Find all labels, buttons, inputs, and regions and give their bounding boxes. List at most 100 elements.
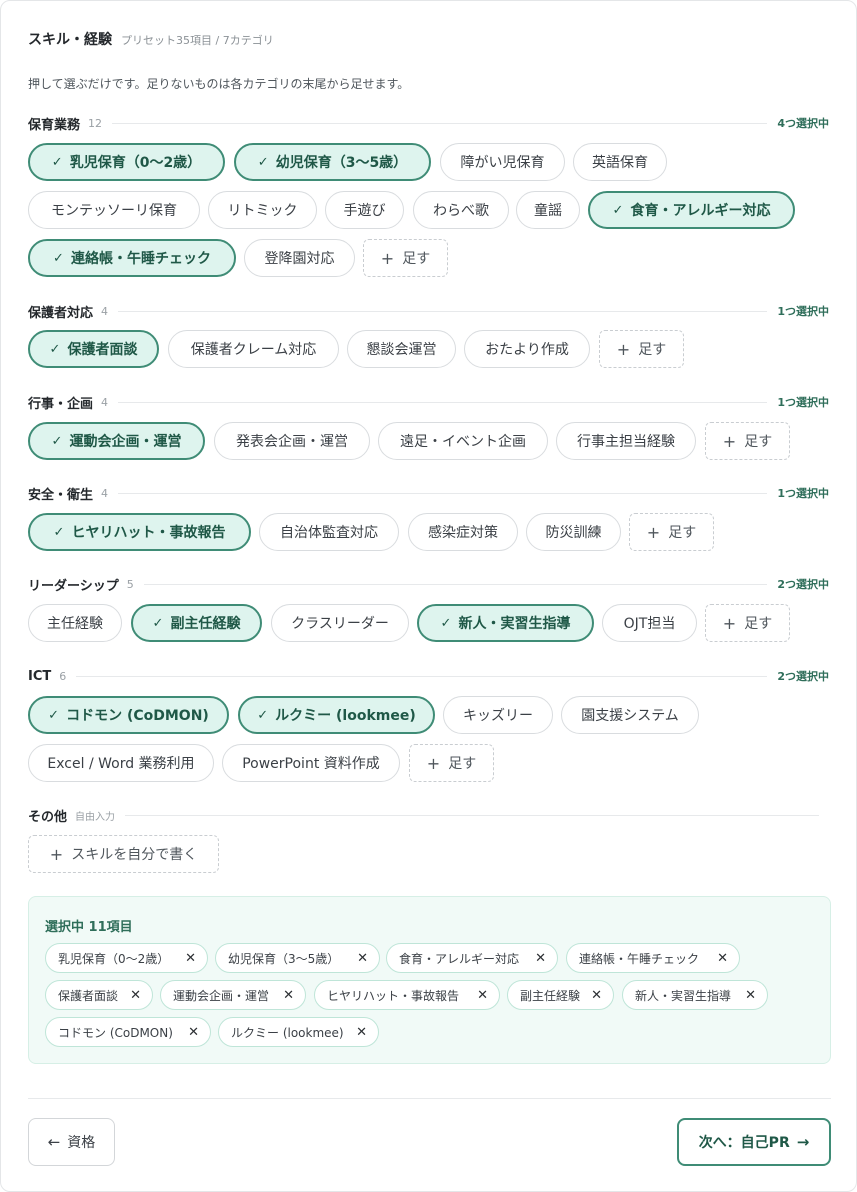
skill-chip[interactable]: ✓ コドモン (CoDMON) [28,696,229,734]
chip-label: 障がい児保育 [460,155,545,171]
skill-chip[interactable]: 行事主担当経験 [556,422,696,460]
chip-label: 防災訓練 [545,525,602,541]
chip-label: クラスリーダー [291,616,389,632]
skill-chip[interactable]: ✓ ヒヤリハット・事故報告 [28,513,251,551]
skill-chip[interactable]: リトミック [208,191,317,229]
check-icon: ✓ [257,154,269,170]
skill-chip[interactable]: 童謡 [516,191,580,229]
tag-label: コドモン (CoDMON) [58,1025,173,1040]
add-skill-button[interactable]: + 足す [599,330,684,368]
check-icon: ✓ [48,707,60,723]
next-button[interactable]: 次へ：自己PR → [677,1118,831,1166]
chip-label: ルクミー (lookmee) [275,708,416,724]
remove-icon[interactable]: ✕ [357,951,368,966]
remove-icon[interactable]: ✕ [477,988,488,1003]
remove-icon[interactable]: ✕ [185,951,196,966]
skill-chip[interactable]: 遠足・イベント企画 [378,422,548,460]
tag-label: 連絡帳・午睡チェック [579,951,700,966]
skill-chip[interactable]: 発表会企画・運営 [214,422,370,460]
check-icon: ✓ [53,250,64,266]
category-count: 4 [101,486,109,500]
category-selected-count: 4つ選択中 [777,117,829,130]
chip-label: 運動会企画・運営 [69,434,182,450]
skill-chip[interactable]: 自治体監査対応 [259,513,399,551]
skill-chip[interactable]: 感染症対策 [408,513,518,551]
remove-icon[interactable]: ✕ [283,988,294,1003]
skill-chip[interactable]: わらべ歌 [413,191,509,229]
add-skill-button[interactable]: + 足す [409,744,494,782]
category-note: 自由入力 [75,811,116,823]
skill-chip[interactable]: ✓ 副主任経験 [131,604,262,642]
remove-icon[interactable]: ✕ [745,988,756,1003]
selected-tag: 連絡帳・午睡チェック ✕ [566,943,740,973]
add-label: 足す [668,525,697,541]
skill-chip[interactable]: 懇談会運営 [347,330,456,368]
tag-label: 食育・アレルギー対応 [399,951,520,966]
skill-chip[interactable]: 主任経験 [28,604,122,642]
remove-icon[interactable]: ✕ [535,951,546,966]
tag-label: 乳児保育（0〜2歳） [58,951,170,966]
category-count: 4 [101,395,109,409]
skill-chip[interactable]: 登降園対応 [244,239,355,277]
skill-chip[interactable]: 障がい児保育 [440,143,565,181]
skill-chip[interactable]: 手遊び [325,191,404,229]
skill-chip[interactable]: Excel / Word 業務利用 [28,744,214,782]
add-label: 足す [638,342,667,358]
skill-chip[interactable]: モンテッソーリ保育 [28,191,200,229]
skill-chip[interactable]: OJT担当 [602,604,697,642]
chip-label: 感染症対策 [428,525,498,541]
plus-icon: + [646,522,661,542]
category-count: 4 [101,304,109,318]
remove-icon[interactable]: ✕ [717,951,728,966]
category-name: ICT [28,668,52,684]
remove-icon[interactable]: ✕ [356,1025,367,1040]
add-skill-button[interactable]: + 足す [705,604,790,642]
skill-chip[interactable]: 園支援システム [561,696,699,734]
write-custom-skill-button[interactable]: + スキルを自分で書く [28,835,219,873]
selected-tag: 新人・実習生指導 ✕ [622,980,768,1010]
skill-chip[interactable]: 保護者クレーム対応 [168,330,339,368]
arrow-left-icon: ← [47,1133,61,1151]
category-name: 安全・衛生 [28,487,94,503]
skill-chip[interactable]: おたより作成 [464,330,590,368]
add-skill-button[interactable]: + 足す [363,239,448,277]
header: スキル・経験 プリセット35項目 / 7カテゴリ [28,29,274,49]
chip-label: わらべ歌 [433,203,489,219]
selected-tag: 運動会企画・運営 ✕ [160,980,306,1010]
skill-chip[interactable]: ✓ 運動会企画・運営 [28,422,205,460]
back-button[interactable]: ← 資格 [28,1118,115,1166]
skill-chip[interactable]: ✓ 新人・実習生指導 [417,604,594,642]
category-header-events: 行事・企画 4 1つ選択中 [28,394,829,412]
chip-label: 手遊び [343,203,386,219]
remove-icon[interactable]: ✕ [591,988,602,1003]
category-count: 12 [88,116,103,130]
skill-chip[interactable]: ✓ 幼児保育（3〜5歳） [234,143,431,181]
skill-chip[interactable]: ✓ 保護者面談 [28,330,159,368]
selected-tag: 食育・アレルギー対応 ✕ [386,943,558,973]
arrow-right-icon: → [796,1133,810,1151]
category-divider [118,401,768,403]
skill-chip[interactable]: 防災訓練 [526,513,621,551]
check-icon: ✓ [612,202,624,218]
chip-label: ヒヤリハット・事故報告 [71,525,226,541]
remove-icon[interactable]: ✕ [188,1025,199,1040]
skill-chip[interactable]: キッズリー [443,696,553,734]
skill-chip[interactable]: ✓ 食育・アレルギー対応 [588,191,795,229]
add-skill-button[interactable]: + 足す [629,513,714,551]
skill-chip[interactable]: ✓ ルクミー (lookmee) [238,696,435,734]
chip-label: 保護者クレーム対応 [190,342,317,358]
selected-tag: ルクミー (lookmee) ✕ [218,1017,379,1047]
chip-label: モンテッソーリ保育 [51,203,177,219]
skill-chip[interactable]: ✓ 乳児保育（0〜2歳） [28,143,225,181]
skill-chip[interactable]: クラスリーダー [271,604,409,642]
add-skill-button[interactable]: + 足す [705,422,790,460]
skill-chip[interactable]: ✓ 連絡帳・午睡チェック [28,239,236,277]
intro-text: 押して選ぶだけです。足りないものは各カテゴリの末尾から足せます。 [28,77,410,91]
skill-chip[interactable]: 英語保育 [573,143,667,181]
remove-icon[interactable]: ✕ [130,988,141,1003]
check-icon: ✓ [51,154,63,170]
selected-tag: 幼児保育（3〜5歳） ✕ [215,943,380,973]
skill-chip[interactable]: PowerPoint 資料作成 [222,744,400,782]
category-name: 保育業務 [28,117,81,133]
chip-label: 新人・実習生指導 [458,616,571,632]
